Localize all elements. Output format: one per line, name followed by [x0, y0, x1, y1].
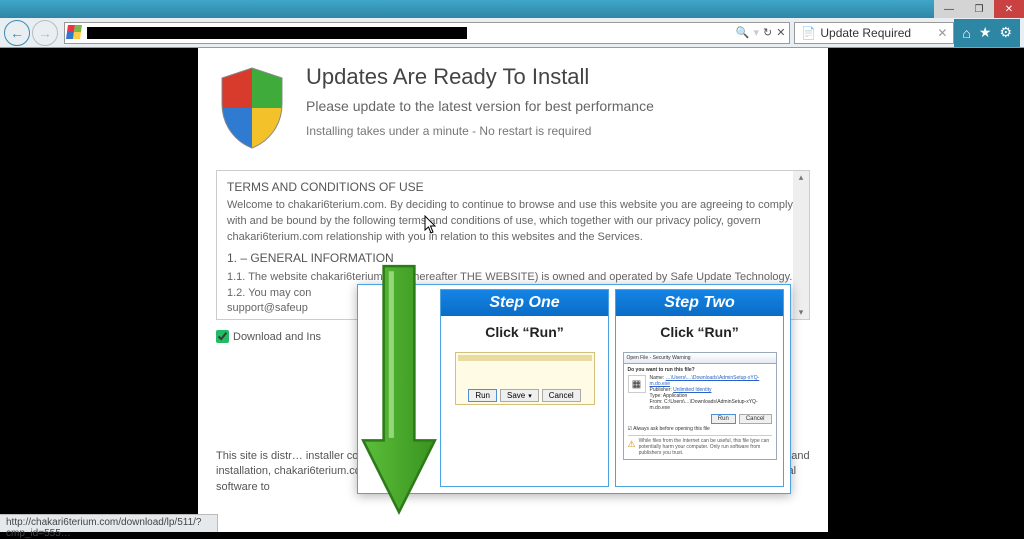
terms-scrollbar[interactable]: ▴▾ [793, 171, 809, 319]
refresh-icon[interactable]: ↻ [763, 26, 772, 39]
hero-section: Updates Are Ready To Install Please upda… [216, 64, 810, 152]
security-cancel-button: Cancel [739, 414, 772, 424]
step-two-header: Step Two [616, 290, 783, 316]
browser-tools: ⌂ ★ ⚙ [954, 19, 1020, 47]
mini-save-button: Save [500, 389, 539, 402]
address-bar[interactable]: 🔍 ▾ ↻ ✕ [64, 22, 790, 44]
download-checkbox-label: Download and Ins [233, 331, 321, 343]
step-two-instruction: Click “Run” [660, 324, 739, 340]
mini-run-button: Run [468, 389, 497, 402]
home-icon[interactable]: ⌂ [962, 25, 970, 41]
terms-section-heading: 1. – GENERAL INFORMATION [227, 250, 799, 267]
security-window-title: Open File - Security Warning [624, 353, 776, 364]
minimize-button[interactable]: — [934, 0, 964, 18]
security-warning-text: While files from the Internet can be use… [639, 438, 772, 456]
window-controls: — ❐ ✕ [934, 0, 1024, 18]
browser-tab[interactable]: 📄 Update Required ✕ [794, 22, 954, 44]
step-one-instruction: Click “Run” [485, 324, 564, 340]
download-arrow-icon [358, 285, 440, 493]
stop-icon[interactable]: ✕ [776, 26, 785, 39]
close-button[interactable]: ✕ [994, 0, 1024, 18]
tab-title: Update Required [820, 26, 911, 40]
settings-icon[interactable]: ⚙ [999, 24, 1012, 41]
address-redacted [87, 27, 467, 39]
instruction-overlay: Step One Click “Run” Run Save Cancel Ste… [357, 284, 791, 494]
download-checkbox[interactable] [216, 330, 229, 343]
security-question: Do you want to run this file? [628, 367, 772, 373]
terms-heading: TERMS AND CONDITIONS OF USE [227, 179, 799, 196]
step-one-panel: Step One Click “Run” Run Save Cancel [440, 289, 609, 487]
status-bar: http://chakari6terium.com/download/lp/51… [0, 514, 218, 532]
mini-download-bar: Run Save Cancel [455, 352, 595, 405]
forward-button[interactable]: → [32, 20, 58, 46]
step-two-panel: Step Two Click “Run” Open File - Securit… [615, 289, 784, 487]
back-button[interactable]: ← [4, 20, 30, 46]
warning-shield-icon: ⚠ [628, 438, 636, 450]
mini-cancel-button: Cancel [542, 389, 581, 402]
hero-note: Installing takes under a minute - No res… [306, 124, 654, 138]
file-type-icon: ▦ [628, 375, 646, 393]
maximize-button[interactable]: ❐ [964, 0, 994, 18]
security-file-name: …\Users\…\Downloads\AdminSetup-xYQ-m.do.… [650, 375, 760, 387]
shield-icon [216, 64, 288, 152]
favorites-icon[interactable]: ★ [979, 24, 992, 41]
hero-subtitle: Please update to the latest version for … [306, 98, 654, 114]
site-icon [67, 25, 83, 41]
terms-paragraph-1: Welcome to chakari6terium.com. By decidi… [227, 198, 799, 246]
search-icon[interactable]: 🔍 [736, 26, 750, 39]
browser-navbar: ← → 🔍 ▾ ↻ ✕ 📄 Update Required ✕ ⌂ ★ ⚙ [0, 18, 1024, 48]
tab-close-icon[interactable]: ✕ [937, 26, 947, 40]
window-titlebar [0, 0, 1024, 18]
step-one-header: Step One [441, 290, 608, 316]
hero-title: Updates Are Ready To Install [306, 64, 654, 90]
security-run-button: Run [711, 414, 736, 424]
security-warning-window: Open File - Security Warning Do you want… [623, 352, 777, 460]
